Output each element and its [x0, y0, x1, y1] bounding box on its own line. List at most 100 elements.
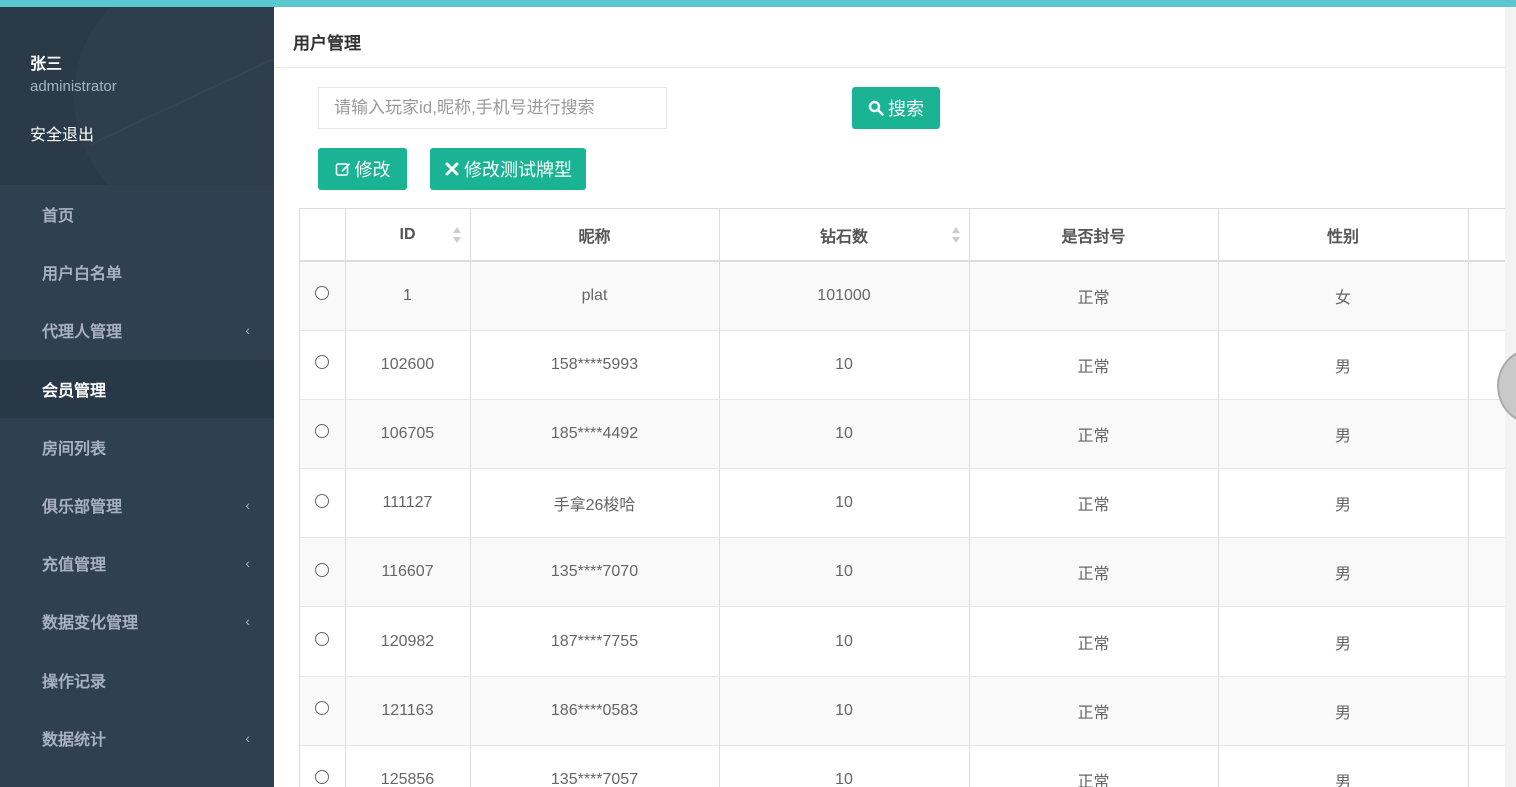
search-input[interactable] — [318, 87, 667, 129]
search-button[interactable]: 搜索 — [852, 87, 940, 129]
cell-status: 正常 — [969, 745, 1219, 787]
cell-id: 106705 — [345, 399, 471, 470]
cell-diamonds: 10 — [719, 330, 970, 400]
cell-gender: 男 — [1218, 399, 1469, 470]
sidebar-item-label: 数据变化管理 — [42, 615, 139, 633]
user-name: 张三 — [30, 56, 63, 73]
column-header-diamonds[interactable]: 钻石数 — [719, 209, 970, 262]
sidebar-item-recharge[interactable]: 充值管理 ‹ — [0, 534, 274, 592]
cell-status: 正常 — [969, 330, 1219, 400]
sidebar-item-label: 用户白名单 — [42, 266, 123, 284]
cell-extra — [1468, 745, 1505, 787]
cell-diamonds: 10 — [719, 537, 970, 608]
cell-status: 正常 — [969, 468, 1219, 539]
cell-extra — [1468, 468, 1505, 539]
cell-nickname: 135****7070 — [470, 537, 720, 608]
cell-id: 120982 — [345, 606, 471, 677]
row-radio[interactable] — [315, 493, 330, 508]
row-radio[interactable] — [315, 355, 330, 370]
cell-extra — [1468, 676, 1505, 746]
table-row[interactable]: 120982 187****7755 10 正常 男 — [300, 606, 1505, 677]
row-radio[interactable] — [315, 770, 330, 785]
cell-gender: 男 — [1218, 676, 1469, 746]
cell-gender: 男 — [1218, 606, 1469, 677]
sidebar-item-statistics[interactable]: 数据统计 ‹ — [0, 709, 274, 767]
row-select-cell — [300, 745, 346, 787]
cell-diamonds: 10 — [719, 606, 970, 677]
cell-nickname: 186****0583 — [470, 676, 720, 746]
column-header-id[interactable]: ID — [345, 209, 471, 262]
user-profile: 张三 administrator 安全退出 — [0, 7, 274, 185]
edit-button[interactable]: 修改 — [318, 148, 407, 190]
table-row[interactable]: 121163 186****0583 10 正常 男 — [300, 676, 1505, 746]
sidebar-item-agents[interactable]: 代理人管理 ‹ — [0, 301, 274, 359]
sidebar-nav: 首页 用户白名单 代理人管理 ‹ 会员管理 房间列表 俱乐部管理 ‹ 充值管理 ‹ 数… — [0, 185, 274, 767]
row-select-cell — [300, 606, 346, 677]
cell-id: 121163 — [345, 676, 471, 746]
table-header-row: ID 昵称 钻石数 是否封号 性别 — [300, 209, 1505, 262]
row-select-cell — [300, 676, 346, 746]
cell-gender: 男 — [1218, 330, 1469, 400]
search-icon — [868, 100, 884, 116]
cell-diamonds: 10 — [719, 468, 970, 539]
sidebar-item-label: 充值管理 — [42, 557, 107, 575]
row-select-cell — [300, 261, 346, 331]
cell-nickname: 185****4492 — [470, 399, 720, 470]
sidebar-item-rooms[interactable]: 房间列表 — [0, 418, 274, 476]
chevron-left-icon: ‹ — [245, 322, 250, 339]
column-header-nickname: 昵称 — [470, 209, 720, 262]
cell-diamonds: 10 — [719, 399, 970, 470]
cell-id: 116607 — [345, 537, 471, 608]
sidebar-item-operation-log[interactable]: 操作记录 — [0, 651, 274, 709]
row-select-cell — [300, 537, 346, 608]
table-row[interactable]: 116607 135****7070 10 正常 男 — [300, 537, 1505, 608]
row-select-cell — [300, 330, 346, 400]
edit-button-label: 修改 — [354, 160, 391, 180]
sidebar-item-clubs[interactable]: 俱乐部管理 ‹ — [0, 476, 274, 534]
table-row[interactable]: 106705 185****4492 10 正常 男 — [300, 399, 1505, 470]
search-button-label: 搜索 — [888, 99, 924, 119]
sort-icon — [452, 227, 461, 243]
logout-link[interactable]: 安全退出 — [30, 121, 94, 145]
cell-extra — [1468, 399, 1505, 470]
sidebar-item-home[interactable]: 首页 — [0, 185, 274, 243]
cell-status: 正常 — [969, 676, 1219, 746]
row-radio[interactable] — [315, 701, 330, 716]
chevron-left-icon: ‹ — [245, 497, 250, 514]
column-header-gender: 性别 — [1218, 209, 1469, 262]
cell-gender: 女 — [1218, 261, 1469, 331]
cell-extra — [1468, 261, 1505, 331]
row-radio[interactable] — [315, 632, 330, 647]
row-radio[interactable] — [315, 286, 330, 301]
table-row[interactable]: 1 plat 101000 正常 女 — [300, 261, 1505, 331]
sidebar-item-label: 操作记录 — [42, 673, 107, 691]
main-content: 用户管理 搜索 修改 修改测试牌型 ID 昵称 — [274, 7, 1505, 787]
table-row[interactable]: 102600 158****5993 10 正常 男 — [300, 330, 1505, 400]
cell-id: 125856 — [345, 745, 471, 787]
chevron-left-icon: ‹ — [245, 555, 250, 572]
table-row[interactable]: 125856 135****7057 10 正常 男 — [300, 745, 1505, 787]
cell-diamonds: 10 — [719, 676, 970, 746]
cell-status: 正常 — [969, 261, 1219, 331]
chevron-left-icon: ‹ — [245, 729, 250, 746]
sidebar-item-whitelist[interactable]: 用户白名单 — [0, 243, 274, 301]
row-radio[interactable] — [315, 562, 330, 577]
chevron-left-icon: ‹ — [245, 613, 250, 630]
page-title: 用户管理 — [274, 7, 1505, 68]
row-radio[interactable] — [315, 424, 330, 439]
sidebar-item-label: 数据统计 — [42, 731, 107, 749]
sidebar-item-members[interactable]: 会员管理 — [0, 359, 274, 418]
sidebar-item-label: 会员管理 — [42, 382, 107, 400]
cell-gender: 男 — [1218, 537, 1469, 608]
column-header-select — [300, 209, 346, 262]
members-table: ID 昵称 钻石数 是否封号 性别 1 plat 101000 正常 女 102… — [299, 208, 1505, 787]
sidebar-item-data-changes[interactable]: 数据变化管理 ‹ — [0, 592, 274, 650]
sidebar-item-label: 房间列表 — [42, 440, 107, 458]
cell-status: 正常 — [969, 399, 1219, 470]
edit-test-cards-button[interactable]: 修改测试牌型 — [430, 148, 586, 190]
cell-extra — [1468, 537, 1505, 608]
cell-diamonds: 10 — [719, 745, 970, 787]
sidebar-item-label: 首页 — [42, 208, 75, 226]
table-row[interactable]: 111127 手拿26梭哈 10 正常 男 — [300, 468, 1505, 539]
user-role: administrator — [30, 78, 117, 95]
